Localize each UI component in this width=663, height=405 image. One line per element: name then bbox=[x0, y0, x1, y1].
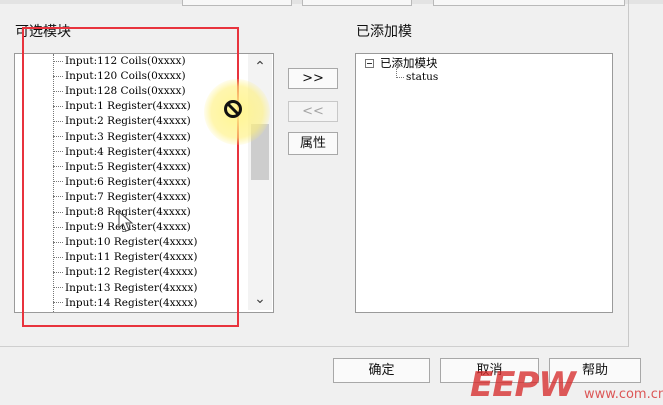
remove-module-button[interactable]: << bbox=[288, 101, 338, 122]
collapse-icon[interactable] bbox=[365, 59, 374, 68]
add-module-button[interactable]: >> bbox=[288, 68, 338, 89]
scroll-down-icon[interactable]: ⌄ bbox=[248, 290, 272, 308]
arrow-cursor-icon bbox=[118, 211, 134, 232]
ok-button[interactable]: 确定 bbox=[333, 358, 430, 383]
top-tab-1[interactable] bbox=[182, 0, 292, 6]
scroll-up-icon[interactable]: ⌃ bbox=[248, 58, 272, 76]
properties-button[interactable]: 属性 bbox=[288, 132, 338, 155]
top-tab-2[interactable] bbox=[302, 0, 412, 6]
top-tab-3[interactable] bbox=[433, 0, 625, 6]
dialog-bottom-divider bbox=[0, 346, 628, 347]
watermark-domain: www.com.cn bbox=[584, 387, 663, 402]
dialog-right-edge bbox=[628, 0, 629, 347]
tree-connector bbox=[396, 77, 404, 78]
tree-root-node[interactable]: 已添加模块 bbox=[380, 56, 438, 70]
added-modules-tree[interactable]: 已添加模块 status bbox=[355, 53, 613, 313]
no-entry-cursor-icon bbox=[224, 100, 242, 118]
red-highlight-box bbox=[22, 27, 239, 327]
added-modules-label: 已添加模 bbox=[355, 24, 413, 40]
watermark-brand: EEPW bbox=[470, 365, 576, 405]
eepw-watermark: EEPW www.com.cn bbox=[470, 365, 663, 405]
tree-child-node[interactable]: status bbox=[406, 70, 438, 84]
